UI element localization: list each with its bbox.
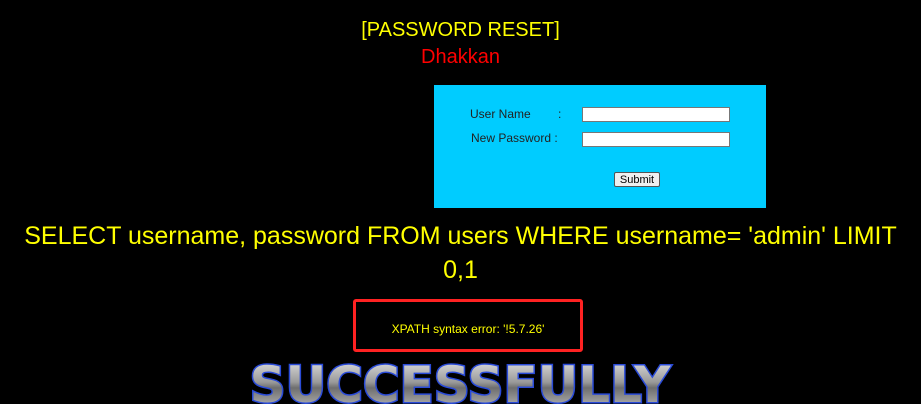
error-box: XPATH syntax error: '!5.7.26' bbox=[353, 299, 583, 352]
page-title: [PASSWORD RESET] bbox=[361, 19, 560, 41]
successfully-banner-image: SUCCESSFULLY bbox=[248, 355, 673, 404]
username-input[interactable] bbox=[582, 107, 730, 122]
password-reset-form: User Name : New Password : Submit bbox=[434, 85, 766, 208]
new-password-input[interactable] bbox=[582, 132, 730, 147]
submit-button[interactable]: Submit bbox=[614, 172, 660, 187]
page-subtitle: Dhakkan bbox=[421, 46, 500, 68]
page: [PASSWORD RESET] Dhakkan User Name : New… bbox=[0, 0, 921, 404]
new-password-label: New Password : bbox=[471, 131, 558, 145]
username-label-colon: : bbox=[558, 107, 562, 121]
username-label: User Name bbox=[470, 107, 531, 121]
sql-query-text: SELECT username, password FROM users WHE… bbox=[24, 222, 897, 284]
error-message: XPATH syntax error: '!5.7.26' bbox=[391, 322, 545, 336]
banner-text: SUCCESSFULLY bbox=[250, 356, 672, 404]
